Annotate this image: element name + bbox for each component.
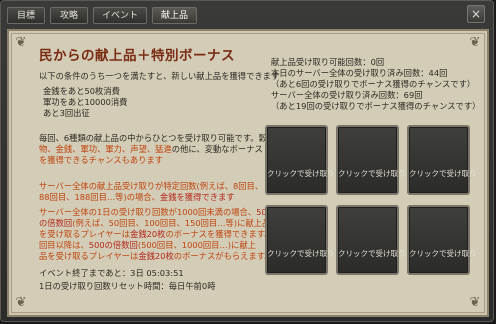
intro-text: 以下の条件のうち一つを満たすと、新しい献上品を獲得できます bbox=[39, 71, 280, 81]
tribute-card[interactable]: クリックで受け取り bbox=[336, 125, 406, 195]
tribute-card[interactable]: クリックで受け取り bbox=[265, 205, 335, 275]
tribute-window: 目標 攻略 イベント 献上品 × ❦ ❦ ❦ ❦ 民からの献上品＋特別ボーナス … bbox=[0, 0, 494, 322]
tab-goals[interactable]: 目標 bbox=[7, 7, 45, 24]
desc-line-1: 毎回、6種類の献上品の中からひとつを受け取り可能です。穀 bbox=[39, 133, 267, 143]
bonus-line-5: を受け取るプレイヤーは金銭20枚のボーナスを獲得できます。1000 bbox=[39, 229, 294, 239]
bonus-line-2: 88回目、188回目…等)の場合、金銭を獲得できます bbox=[39, 192, 235, 202]
close-button[interactable]: × bbox=[467, 5, 485, 23]
tab-strategy[interactable]: 攻略 bbox=[50, 7, 88, 24]
stat-total-hint: （あと19回の受け取りでボーナス獲得のチャンスです） bbox=[271, 101, 481, 111]
card-label: クリックで受け取り bbox=[409, 249, 477, 258]
page-title: 民からの献上品＋特別ボーナス bbox=[39, 48, 235, 64]
close-icon: × bbox=[470, 7, 482, 21]
tab-tribute[interactable]: 献上品 bbox=[152, 7, 198, 24]
event-countdown: イベント終了まであと：3日 05:03:51 bbox=[39, 268, 184, 278]
card-label: クリックで受け取り bbox=[338, 169, 406, 178]
stat-server-total: サーバー全体の受け取り済み回数：69回 bbox=[271, 90, 423, 100]
stat-available: 献上品受け取り可能回数：0回 bbox=[271, 57, 385, 67]
bonus-line-6: 回目以降は、500の倍数回(500回目、1000回目…)に献上 bbox=[39, 240, 256, 250]
card-label: クリックで受け取り bbox=[267, 249, 335, 258]
tribute-card[interactable]: クリックで受け取り bbox=[407, 205, 477, 275]
condition-sortie: あと3回出征 bbox=[43, 108, 90, 118]
tribute-card-grid: クリックで受け取り クリックで受け取り クリックで受け取り クリックで受け取り … bbox=[265, 125, 483, 297]
desc-line-2: 物、金銭、軍功、軍力、声望、猛進の他に、変動なボーナス bbox=[39, 144, 263, 154]
stat-today-hint: （あと6回の受け取りでボーナス獲得のチャンスです） bbox=[271, 79, 476, 89]
tab-event[interactable]: イベント bbox=[93, 7, 148, 24]
desc-line-3: を獲得できるチャンスもあります bbox=[39, 155, 164, 165]
tribute-card[interactable]: クリックで受け取り bbox=[265, 125, 335, 195]
condition-coins: 金銭をあと50枚消費 bbox=[43, 86, 120, 96]
reset-time: 1日の受け取り回数リセット時間：毎日午前0時 bbox=[39, 281, 216, 291]
tribute-card[interactable]: クリックで受け取り bbox=[407, 125, 477, 195]
card-label: クリックで受け取り bbox=[338, 249, 406, 258]
tribute-card[interactable]: クリックで受け取り bbox=[336, 205, 406, 275]
tab-bar: 目標 攻略 イベント 献上品 bbox=[7, 7, 198, 24]
condition-merit: 軍功をあと10000消費 bbox=[43, 97, 128, 107]
card-label: クリックで受け取り bbox=[409, 169, 477, 178]
bonus-line-1: サーバー全体の献上品受け取りが特定回数(例えば、8回目、 bbox=[39, 181, 264, 191]
bonus-line-7: 品を受け取るプレイヤーは金銭20枚のボーナスがもらえます。 bbox=[39, 251, 273, 261]
stat-today-server: 本日のサーバー全体の受け取り済み回数：44回 bbox=[271, 68, 448, 78]
bonus-line-4: の倍数回(例えば、50回目、100回目、150回目…等)に献上品 bbox=[39, 218, 271, 228]
tribute-panel: ❦ ❦ ❦ ❦ 民からの献上品＋特別ボーナス 以下の条件のうち一つを満たすと、新… bbox=[7, 29, 489, 317]
card-label: クリックで受け取り bbox=[267, 169, 335, 178]
bonus-line-3: サーバー全体の1日の受け取り回数が1000回未満の場合、50 bbox=[39, 207, 267, 217]
